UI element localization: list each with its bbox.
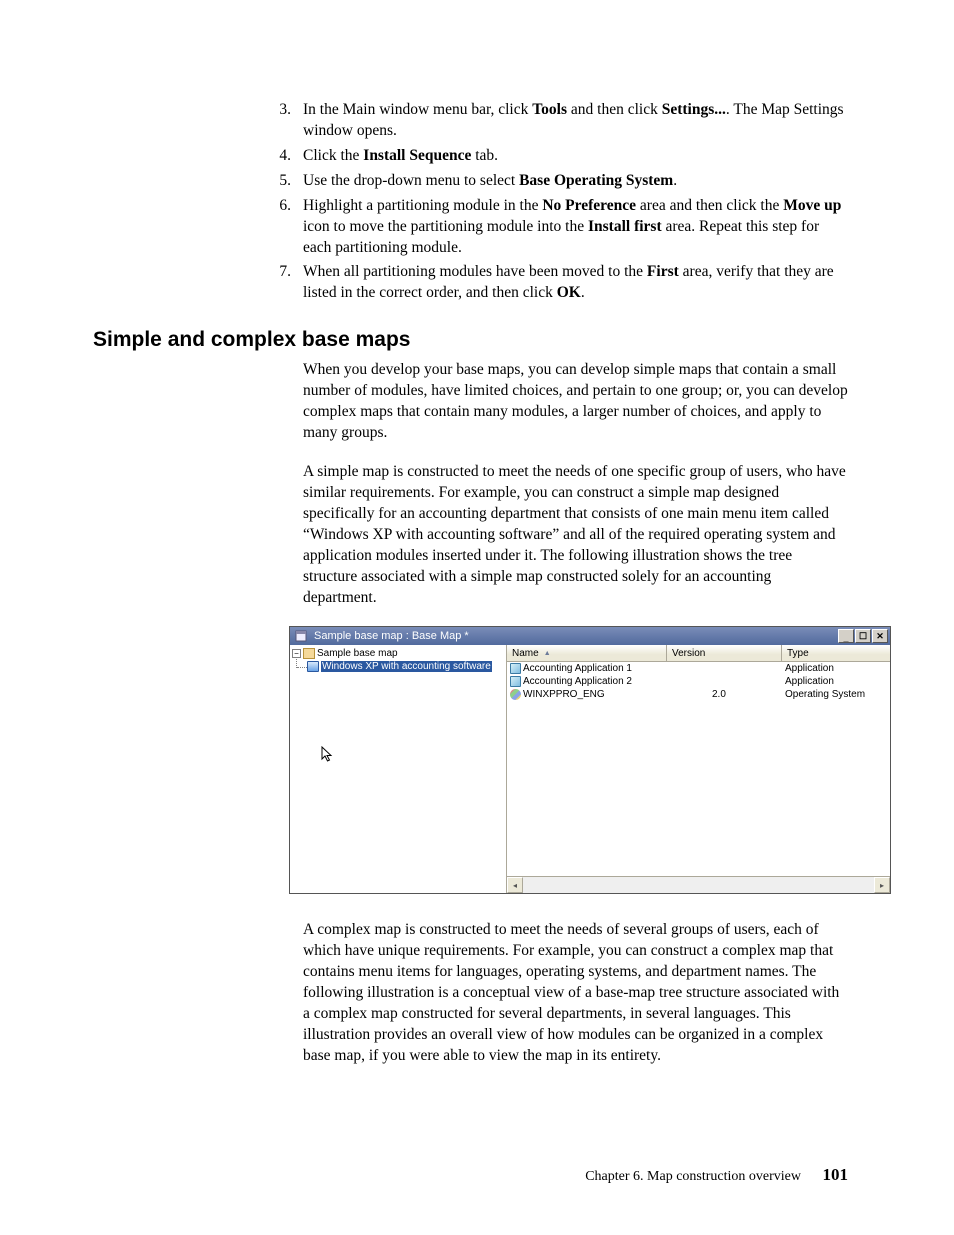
- application-icon: [510, 676, 521, 687]
- window-title: Sample base map : Base Map *: [312, 630, 838, 642]
- scroll-track[interactable]: [523, 877, 874, 893]
- tree-panel[interactable]: − Sample base map Windows XP with accoun…: [290, 645, 507, 893]
- tree-root-row[interactable]: − Sample base map: [292, 647, 504, 660]
- scroll-right-button[interactable]: ▸: [874, 877, 890, 893]
- step-number: 4.: [93, 146, 303, 167]
- list-header: Name ▲ Version Type: [507, 645, 890, 662]
- page-footer: Chapter 6. Map construction overview 101: [585, 1165, 848, 1185]
- row-version: 2.0: [667, 689, 782, 700]
- row-type: Operating System: [782, 689, 890, 700]
- step-number: 5.: [93, 171, 303, 192]
- step-text: When all partitioning modules have been …: [303, 262, 848, 304]
- row-type: Application: [782, 676, 890, 687]
- step-text: Click the Install Sequence tab.: [303, 146, 848, 167]
- collapse-icon[interactable]: −: [292, 649, 301, 658]
- column-header-type[interactable]: Type: [782, 645, 890, 661]
- close-button[interactable]: ✕: [872, 629, 888, 643]
- application-icon: [510, 663, 521, 674]
- chapter-label: Chapter 6. Map construction overview: [585, 1169, 801, 1184]
- row-type: Application: [782, 663, 890, 674]
- step-text: In the Main window menu bar, click Tools…: [303, 100, 848, 142]
- tree-selected-item[interactable]: Windows XP with accounting software: [321, 661, 492, 672]
- sample-map-window: Sample base map : Base Map * _ ☐ ✕ − Sam…: [289, 626, 891, 894]
- window-titlebar[interactable]: Sample base map : Base Map * _ ☐ ✕: [290, 627, 890, 645]
- step-number: 6.: [93, 196, 303, 259]
- step-text: Highlight a partitioning module in the N…: [303, 196, 848, 259]
- menu-item-icon: [307, 661, 319, 672]
- scroll-left-button[interactable]: ◂: [507, 877, 523, 893]
- row-name: Accounting Application 1: [523, 663, 632, 674]
- horizontal-scrollbar[interactable]: ◂ ▸: [507, 876, 890, 893]
- list-panel: Name ▲ Version Type Accounting Applicati…: [507, 645, 890, 893]
- os-icon: [510, 689, 521, 700]
- page-number: 101: [823, 1165, 849, 1184]
- step-item: 3.In the Main window menu bar, click Too…: [93, 100, 848, 142]
- window-controls: _ ☐ ✕: [838, 629, 890, 643]
- column-header-version[interactable]: Version: [667, 645, 782, 661]
- row-name: Accounting Application 2: [523, 676, 632, 687]
- cursor-icon: [321, 746, 335, 768]
- table-row[interactable]: Accounting Application 2 Application: [507, 675, 890, 688]
- instruction-steps: 3.In the Main window menu bar, click Too…: [93, 100, 848, 304]
- paragraph-1: When you develop your base maps, you can…: [303, 360, 848, 444]
- minimize-button[interactable]: _: [838, 629, 854, 643]
- step-number: 3.: [93, 100, 303, 142]
- sort-ascending-icon: ▲: [544, 650, 551, 657]
- table-row[interactable]: WINXPPRO_ENG 2.0Operating System: [507, 688, 890, 701]
- step-item: 5.Use the drop-down menu to select Base …: [93, 171, 848, 192]
- map-icon: [303, 648, 315, 659]
- row-name: WINXPPRO_ENG: [523, 689, 605, 700]
- step-item: 6.Highlight a partitioning module in the…: [93, 196, 848, 259]
- step-number: 7.: [93, 262, 303, 304]
- paragraph-3: A complex map is constructed to meet the…: [303, 920, 848, 1066]
- column-header-name[interactable]: Name ▲: [507, 645, 667, 661]
- window-icon: [294, 629, 308, 643]
- step-text: Use the drop-down menu to select Base Op…: [303, 171, 848, 192]
- step-item: 7.When all partitioning modules have bee…: [93, 262, 848, 304]
- section-heading: Simple and complex base maps: [93, 328, 848, 352]
- paragraph-2: A simple map is constructed to meet the …: [303, 462, 848, 608]
- maximize-button[interactable]: ☐: [855, 629, 871, 643]
- step-item: 4.Click the Install Sequence tab.: [93, 146, 848, 167]
- tree-root-label: Sample base map: [317, 648, 398, 659]
- table-row[interactable]: Accounting Application 1 Application: [507, 662, 890, 675]
